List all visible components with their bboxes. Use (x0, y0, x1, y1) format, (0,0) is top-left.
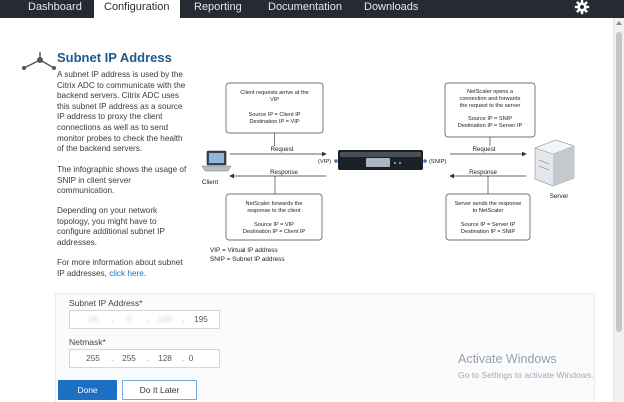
snip-infographic: Client requests arrive at the VIP Source… (201, 82, 575, 263)
callout-line: response to the client (247, 208, 301, 214)
callout-line: NetScaler opens a (467, 89, 514, 95)
page-title: Subnet IP Address (57, 50, 172, 65)
description-paragraph-3: Depending on your network topology, you … (57, 206, 165, 247)
client-label: Client (202, 179, 219, 186)
network-node-icon (22, 52, 56, 70)
callout-line: NetScaler forwards the (246, 201, 303, 207)
callout-line: Destination IP = Server IP (458, 123, 523, 129)
netmask-octet-1[interactable]: 255 (80, 354, 106, 363)
octet-separator: . (182, 315, 185, 324)
callout-line: Source IP = Client IP (249, 112, 301, 118)
callout-line: Source IP = SNIP (468, 116, 512, 122)
done-button[interactable]: Done (58, 380, 117, 400)
netmask-octet-4[interactable]: 0 (178, 354, 204, 363)
gear-icon[interactable] (574, 0, 590, 15)
top-nav: Dashboard Configuration Reporting Docume… (0, 0, 624, 18)
callout-client-request: Client requests arrive at the VIP Source… (225, 82, 324, 134)
callout-line: the request to the server (460, 103, 521, 109)
subnet-octet-4[interactable]: 195 (188, 315, 214, 324)
vip-tag: (VIP) (318, 159, 331, 165)
click-here-link[interactable]: click here (109, 269, 144, 278)
netscaler-appliance-icon (338, 150, 423, 170)
octet-separator: . (147, 354, 150, 363)
subnet-octet-3[interactable]: 100 (152, 315, 178, 324)
callout-line: Destination IP = SNIP (461, 229, 515, 235)
description-paragraph-2: The infographic shows the usage of SNIP … (57, 165, 187, 196)
tab-downloads[interactable]: Downloads (364, 0, 424, 18)
vertical-scrollbar[interactable] (613, 18, 624, 402)
tab-reporting[interactable]: Reporting (194, 0, 254, 18)
client-laptop-icon (201, 150, 232, 172)
callout-line: Source IP = Server IP (461, 222, 515, 228)
vip-port-dot (334, 159, 338, 163)
octet-separator: . (111, 354, 114, 363)
snip-port-dot (423, 159, 427, 163)
request-label-left: Request (270, 146, 293, 153)
do-it-later-button[interactable]: Do It Later (122, 380, 197, 400)
tab-dashboard[interactable]: Dashboard (28, 0, 88, 18)
tab-configuration[interactable]: Configuration (94, 0, 180, 18)
callout-line: Server sends the response (455, 201, 522, 207)
netmask-label: Netmask* (69, 337, 106, 347)
callout-server-send: Server sends the response to NetScaler S… (445, 193, 531, 241)
netmask-octet-2[interactable]: 255 (116, 354, 142, 363)
callout-line: Client requests arrive at the (240, 90, 308, 96)
activate-windows-subtitle: Go to Settings to activate Windows. (458, 370, 594, 380)
activate-windows-title: Activate Windows (458, 352, 557, 366)
callout-netscaler-open: NetScaler opens a connection and forward… (444, 82, 536, 138)
subnet-octet-1[interactable]: 10 (80, 315, 106, 324)
description-paragraph-1: A subnet IP address is used by the Citri… (57, 70, 186, 154)
subnet-ip-label: Subnet IP Address* (69, 298, 143, 308)
callout-line: Source IP = VIP (254, 222, 294, 228)
octet-separator: . (147, 315, 150, 324)
callout-line: Destination IP = Client IP (243, 229, 306, 235)
octet-separator: . (111, 315, 114, 324)
scroll-up-arrow-icon[interactable] (616, 21, 622, 25)
netmask-input[interactable]: 255 . 255 . 128 . 0 (69, 349, 220, 368)
server-label: Server (550, 193, 570, 200)
request-label-right: Request (472, 146, 495, 153)
more-info-text: For more information about subnet IP add… (57, 258, 189, 279)
subnet-ip-input[interactable]: 10 . 0 . 100 . 195 (69, 310, 220, 329)
response-label-right: Response (469, 169, 497, 176)
server-icon (534, 139, 575, 187)
callout-netscaler-forward: NetScaler forwards the response to the c… (225, 193, 323, 241)
subnet-octet-2[interactable]: 0 (116, 315, 142, 324)
legend-snip: SNIP = Subnet IP address (210, 256, 285, 263)
callout-line: connection and forwards (460, 96, 521, 102)
callout-line: VIP (270, 97, 279, 103)
callout-line: to NetScaler (473, 208, 504, 214)
tab-documentation[interactable]: Documentation (268, 0, 348, 18)
more-info-suffix: . (143, 268, 147, 278)
netmask-octet-3[interactable]: 128 (152, 354, 178, 363)
snip-tag: (SNIP) (429, 159, 446, 165)
callout-line: Destination IP = VIP (249, 119, 299, 125)
legend-vip: VIP = Virtual IP address (210, 247, 278, 254)
scroll-thumb[interactable] (616, 32, 622, 332)
response-label-left: Response (270, 169, 298, 176)
